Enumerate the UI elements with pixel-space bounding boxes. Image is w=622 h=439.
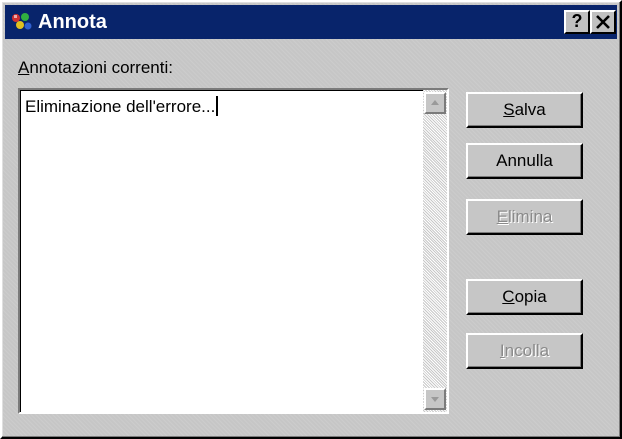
annotations-text: Eliminazione dell'errore... <box>25 97 216 116</box>
save-button-mnemonic: S <box>503 100 515 119</box>
scroll-down-button[interactable] <box>424 388 446 410</box>
annotations-textarea[interactable]: Eliminazione dell'errore... <box>18 88 449 414</box>
copy-button-label: opia <box>514 287 547 306</box>
annotations-label-text: nnotazioni correnti: <box>29 58 173 77</box>
delete-button-label: limina <box>507 207 553 226</box>
cancel-button-label: Annulla <box>496 151 553 170</box>
title-bar[interactable]: Annota ? <box>5 5 617 39</box>
notes-app-icon <box>12 13 32 30</box>
help-icon: ? <box>571 11 583 31</box>
text-caret <box>216 96 219 116</box>
annotations-label: Annotazioni correnti: <box>18 58 173 78</box>
save-button[interactable]: Salva <box>466 92 583 128</box>
delete-button-mnemonic: E <box>496 207 508 226</box>
copy-button[interactable]: Copia <box>466 279 583 315</box>
vertical-scrollbar[interactable] <box>423 90 447 412</box>
annota-dialog: Annota ? Annotazioni correnti: Eliminazi… <box>0 0 622 439</box>
annotations-textarea-content: Eliminazione dell'errore... <box>25 96 219 117</box>
scroll-up-button[interactable] <box>424 92 446 114</box>
help-button[interactable]: ? <box>564 10 590 34</box>
save-button-label: alva <box>514 100 546 119</box>
paste-button[interactable]: Incolla <box>466 333 583 369</box>
copy-button-mnemonic: C <box>502 287 515 306</box>
annotations-label-mnemonic: A <box>18 58 30 77</box>
close-button[interactable] <box>590 10 616 34</box>
arrow-down-icon <box>431 397 439 402</box>
cancel-button[interactable]: Annulla <box>466 143 583 179</box>
paste-button-label: ncolla <box>504 341 550 360</box>
close-icon <box>596 15 610 29</box>
delete-button[interactable]: Elimina <box>466 199 583 235</box>
arrow-up-icon <box>431 100 439 105</box>
window-title: Annota <box>38 11 107 33</box>
